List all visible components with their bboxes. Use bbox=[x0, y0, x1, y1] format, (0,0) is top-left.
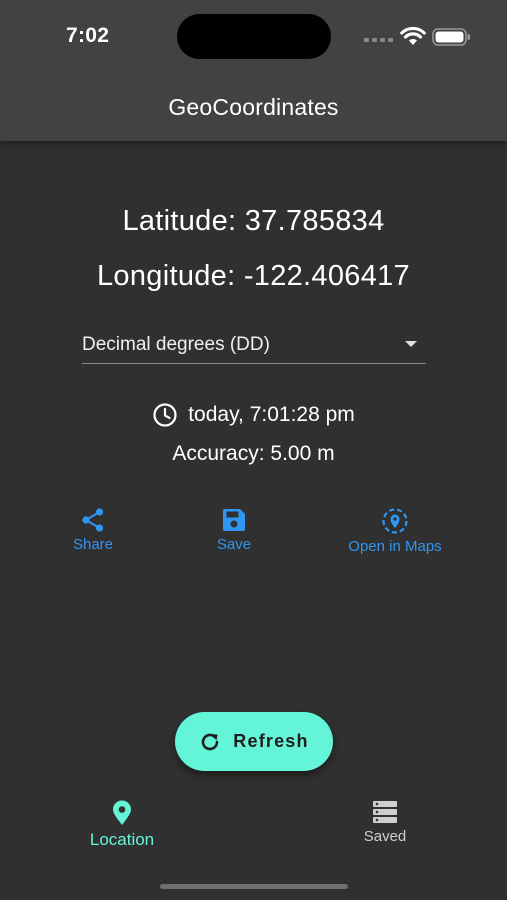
nav-saved-label: Saved bbox=[363, 828, 407, 845]
battery-icon bbox=[432, 28, 470, 46]
nav-item-location[interactable]: Location bbox=[76, 800, 168, 850]
open-in-maps-button[interactable]: Open in Maps bbox=[339, 507, 451, 555]
open-in-maps-label: Open in Maps bbox=[348, 538, 442, 555]
timestamp-row: today, 7:01:28 pm bbox=[0, 402, 507, 428]
app-title: GeoCoordinates bbox=[168, 94, 339, 120]
save-button[interactable]: Save bbox=[204, 507, 264, 553]
cellular-signal-icon bbox=[364, 38, 394, 42]
dropdown-arrow-icon bbox=[405, 341, 417, 347]
map-pin-icon bbox=[113, 800, 131, 825]
refresh-button[interactable]: Refresh bbox=[175, 712, 333, 771]
coordinate-format-value: Decimal degrees (DD) bbox=[82, 334, 270, 355]
coordinate-format-dropdown[interactable]: Decimal degrees (DD) bbox=[82, 328, 426, 364]
refresh-label: Refresh bbox=[233, 731, 309, 751]
storage-icon bbox=[373, 801, 397, 823]
status-time: 7:02 bbox=[66, 24, 110, 47]
latitude-value: Latitude: 37.785834 bbox=[122, 205, 385, 237]
status-icons bbox=[364, 26, 474, 46]
map-location-icon bbox=[382, 508, 408, 534]
dynamic-island bbox=[177, 14, 331, 59]
nav-item-saved[interactable]: Saved bbox=[345, 800, 425, 845]
share-icon bbox=[82, 508, 104, 532]
nav-location-label: Location bbox=[89, 830, 155, 849]
share-label: Share bbox=[72, 536, 114, 553]
refresh-icon bbox=[202, 733, 219, 750]
clock-icon bbox=[153, 403, 177, 427]
home-indicator[interactable] bbox=[160, 884, 348, 889]
wifi-icon bbox=[400, 26, 426, 45]
save-icon bbox=[223, 509, 245, 531]
accuracy-text: Accuracy: 5.00 m bbox=[172, 442, 335, 465]
share-button[interactable]: Share bbox=[63, 507, 123, 553]
app-screen: 7:02 GeoCoordinates Latitude: 37.785834 … bbox=[0, 0, 507, 900]
timestamp-text: today, 7:01:28 pm bbox=[188, 403, 355, 426]
longitude-value: Longitude: -122.406417 bbox=[97, 260, 410, 292]
app-bar: 7:02 GeoCoordinates bbox=[0, 0, 507, 141]
save-label: Save bbox=[216, 536, 252, 553]
